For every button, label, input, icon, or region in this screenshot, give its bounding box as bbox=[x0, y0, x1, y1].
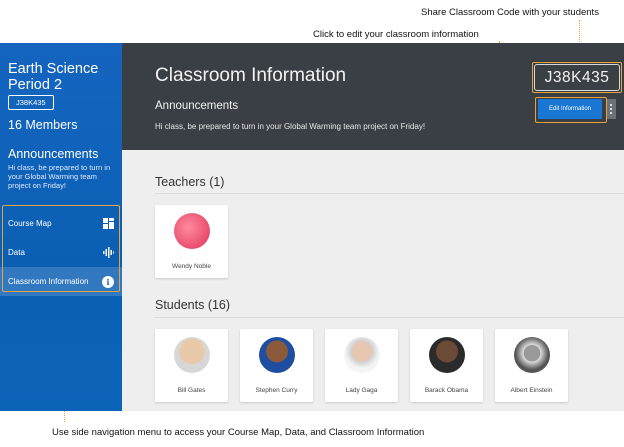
edit-button-highlight bbox=[535, 97, 607, 123]
students-title: Students (16) bbox=[155, 298, 231, 312]
announcements-text: Hi class, be prepared to turn in your Gl… bbox=[155, 122, 426, 131]
side-nav-highlight bbox=[2, 205, 120, 292]
teacher-name: Wendy Noble bbox=[172, 263, 211, 270]
student-card[interactable]: Stephen Curry bbox=[240, 329, 313, 402]
sidebar-class-code: J38K435 bbox=[8, 95, 54, 110]
side-nav-callout: Use side navigation menu to access your … bbox=[52, 427, 425, 438]
class-name: Earth Science Period 2 bbox=[8, 61, 99, 93]
avatar bbox=[428, 337, 465, 373]
student-card[interactable]: Albert Einstein bbox=[495, 329, 568, 402]
avatar bbox=[258, 337, 295, 373]
student-name: Albert Einstein bbox=[510, 387, 553, 394]
avatar bbox=[173, 337, 210, 373]
classroom-code-highlight bbox=[532, 62, 622, 93]
student-name: Lady Gaga bbox=[345, 387, 378, 394]
sidebar-announcements-text: Hi class, be prepared to turn in your Gl… bbox=[8, 163, 111, 190]
student-card[interactable]: Bill Gates bbox=[155, 329, 228, 402]
teachers-divider bbox=[155, 193, 624, 194]
teachers-title: Teachers (1) bbox=[155, 175, 225, 189]
student-card[interactable]: Lady Gaga bbox=[325, 329, 398, 402]
teacher-card[interactable]: Wendy Noble bbox=[155, 205, 228, 278]
edit-info-callout: Click to edit your classroom information bbox=[313, 29, 479, 40]
classroom-content: Teachers (1) Wendy Noble Students (16) B… bbox=[122, 150, 624, 411]
sidebar-announcements-title: Announcements bbox=[8, 147, 99, 161]
member-count: 16 Members bbox=[8, 118, 78, 132]
avatar bbox=[513, 337, 550, 373]
student-name: Bill Gates bbox=[177, 387, 206, 394]
student-name: Stephen Curry bbox=[255, 387, 298, 394]
more-options-icon[interactable] bbox=[606, 99, 616, 119]
announcements-title: Announcements bbox=[155, 100, 239, 112]
page-title: Classroom Information bbox=[155, 65, 347, 86]
avatar bbox=[173, 213, 210, 249]
student-card[interactable]: Barack Obama bbox=[410, 329, 483, 402]
share-code-callout: Share Classroom Code with your students bbox=[421, 7, 599, 18]
avatar bbox=[343, 337, 380, 373]
students-divider bbox=[155, 317, 624, 318]
student-name: Barack Obama bbox=[424, 387, 469, 394]
